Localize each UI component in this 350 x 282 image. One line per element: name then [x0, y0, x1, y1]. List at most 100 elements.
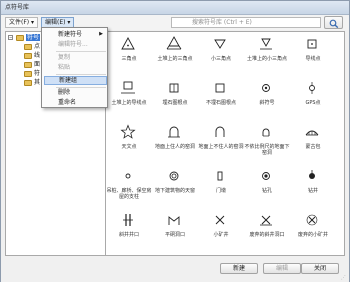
- tree-item[interactable]: 面: [34, 61, 40, 68]
- mound-triangle-dot-icon: [166, 36, 182, 50]
- door-pier-icon: [217, 171, 223, 181]
- menu-item-new-group[interactable]: 新建组: [44, 76, 107, 85]
- symbol-label: 地下建筑物的天窗: [154, 188, 195, 194]
- abandoned-mine-icon: [306, 214, 318, 226]
- dialog-footer: 新建 编辑 关闭 ⋰: [1, 259, 349, 282]
- menu-item-label: 粘贴: [58, 64, 71, 71]
- mound-square-icon: [121, 81, 135, 94]
- symbol-label: 吊桩、廊桥、保空房屋的支柱: [106, 188, 152, 200]
- symbol-cell[interactable]: 废弃的斜井洞口: [244, 208, 290, 250]
- menu-item-delete[interactable]: 删除: [44, 88, 107, 97]
- folder-icon: [24, 44, 32, 50]
- buried-stone-icon: [169, 83, 179, 93]
- tree-item[interactable]: 其: [34, 79, 40, 86]
- menu-item-edit-symbol[interactable]: 编辑符号...: [44, 40, 107, 49]
- symbol-cell[interactable]: 导线点: [290, 32, 336, 74]
- symbol-label: 钻孔: [261, 188, 272, 194]
- symbol-label: 埋石图根点: [162, 100, 188, 106]
- symbol-cell[interactable]: 地面上住人的窑洞: [152, 120, 198, 162]
- symbol-library-window: 点符号库 文件(F) ▾ 编辑(E) ▾ 搜索符号库 (Ctrl + E) − …: [0, 0, 350, 282]
- arch-small-icon: [262, 128, 270, 137]
- menu-item-label: 删除: [58, 89, 71, 96]
- symbol-label: 地面上住人的窑洞: [154, 144, 195, 150]
- symbol-label: 蒙古包: [305, 144, 321, 150]
- menu-item-label: 复制: [58, 54, 71, 61]
- edit-button[interactable]: 编辑: [263, 263, 301, 274]
- symbol-cell[interactable]: 钻孔: [244, 164, 290, 206]
- symbol-label: 平硐洞口: [164, 232, 185, 238]
- triangle-dot-icon: [121, 37, 135, 50]
- file-menu-button[interactable]: 文件(F) ▾: [5, 17, 39, 28]
- symbol-cell[interactable]: 斜井井口: [106, 208, 152, 250]
- menu-separator: [56, 74, 106, 75]
- menu-item-label: 重命名: [58, 99, 77, 106]
- folder-icon: [24, 71, 32, 77]
- search-button[interactable]: [324, 16, 343, 29]
- small-circle-icon: [125, 173, 131, 179]
- menu-item-label: 编辑符号...: [58, 41, 88, 48]
- symbol-label: 斜符号: [259, 100, 275, 106]
- folder-icon: [24, 53, 32, 59]
- symbol-cell[interactable]: GPS点: [290, 76, 336, 118]
- symbol-cell[interactable]: 土堆上的导线点: [106, 76, 152, 118]
- tree-item[interactable]: 线: [34, 52, 40, 59]
- symbol-cell[interactable]: 门墩: [198, 164, 244, 206]
- symbol-label: GPS点: [305, 100, 321, 106]
- symbol-label: 导线点: [305, 56, 321, 62]
- adit-icon: [168, 216, 180, 225]
- menu-item-paste[interactable]: 粘贴: [44, 63, 107, 72]
- tree-collapse-toggle[interactable]: −: [8, 35, 13, 40]
- resize-grip-icon[interactable]: ⋰: [341, 275, 348, 281]
- menu-item-new-symbol[interactable]: 新建符号 ▶: [44, 30, 107, 39]
- unburied-stone-icon: [215, 83, 225, 93]
- folder-icon: [24, 62, 32, 68]
- symbol-cell[interactable]: 吊桩、廊桥、保空房屋的支柱: [106, 164, 152, 206]
- gps-dot-icon: [309, 82, 315, 94]
- symbol-cell[interactable]: 地面上不住人的窑洞: [198, 120, 244, 162]
- symbol-cell[interactable]: 三角点: [106, 32, 152, 74]
- search-input[interactable]: 搜索符号库 (Ctrl + E): [171, 17, 321, 28]
- symbol-cell[interactable]: 斜符号: [244, 76, 290, 118]
- small-triangle-icon: [214, 39, 226, 49]
- tree-item[interactable]: 点: [34, 43, 40, 50]
- symbol-label: 废弃的斜井洞口: [249, 232, 285, 238]
- incline-shaft-icon: [123, 214, 133, 226]
- symbol-cell[interactable]: 小矿井: [198, 208, 244, 250]
- close-button[interactable]: 关闭: [301, 263, 339, 274]
- edit-dropdown-menu: 新建符号 ▶ 编辑符号... 复制 粘贴 新建组 删除 重命名: [41, 27, 108, 108]
- folder-icon: [16, 35, 24, 41]
- symbol-cell[interactable]: 埋石图根点: [152, 76, 198, 118]
- symbol-cell[interactable]: 天文点: [106, 120, 152, 162]
- symbol-cell[interactable]: 地下建筑物的天窗: [152, 164, 198, 206]
- symbol-cell[interactable]: 不埋石图根点: [198, 76, 244, 118]
- folder-icon: [24, 80, 32, 86]
- menu-separator: [56, 51, 106, 52]
- symbol-label: 三角点: [121, 56, 137, 62]
- symbol-label: 小三角点: [210, 56, 231, 62]
- tree-item[interactable]: 符: [34, 70, 40, 77]
- symbol-cell[interactable]: 废弃的小矿井: [290, 208, 336, 250]
- symbol-cell[interactable]: 不依比例尺的地面下窑洞: [244, 120, 290, 162]
- menu-item-rename[interactable]: 重命名: [44, 98, 107, 107]
- symbol-label: 不埋石图根点: [205, 100, 236, 106]
- square-dot-icon: [307, 39, 317, 49]
- symbol-grid: 三角点 土堆上的三角点 小三角点 土堆上的小三角点 导线点 土堆上的导线点 埋石…: [105, 31, 345, 256]
- symbol-cell[interactable]: 小三角点: [198, 32, 244, 74]
- symbol-label: 土堆上的三角点: [157, 56, 193, 62]
- small-mine-icon: [215, 215, 225, 225]
- abandoned-shaft-icon: [260, 215, 272, 226]
- symbol-cell[interactable]: 钻井: [290, 164, 336, 206]
- new-button[interactable]: 新建: [220, 263, 258, 274]
- symbol-cell[interactable]: 土堆上的小三角点: [244, 32, 290, 74]
- symbol-cell[interactable]: 蒙古包: [290, 120, 336, 162]
- symbol-cell[interactable]: 平硐洞口: [152, 208, 198, 250]
- symbol-label: 土堆上的导线点: [111, 100, 147, 106]
- tree-root-item[interactable]: 符号: [26, 34, 41, 41]
- symbol-label: 废弃的小矿井: [297, 232, 328, 238]
- submenu-arrow-icon: ▶: [99, 31, 103, 37]
- menu-item-copy[interactable]: 复制: [44, 53, 107, 62]
- menu-item-label: 新建符号: [58, 31, 83, 38]
- symbol-cell[interactable]: 土堆上的三角点: [152, 32, 198, 74]
- window-title: 点符号库: [1, 1, 349, 15]
- mound-small-triangle-icon: [260, 38, 272, 50]
